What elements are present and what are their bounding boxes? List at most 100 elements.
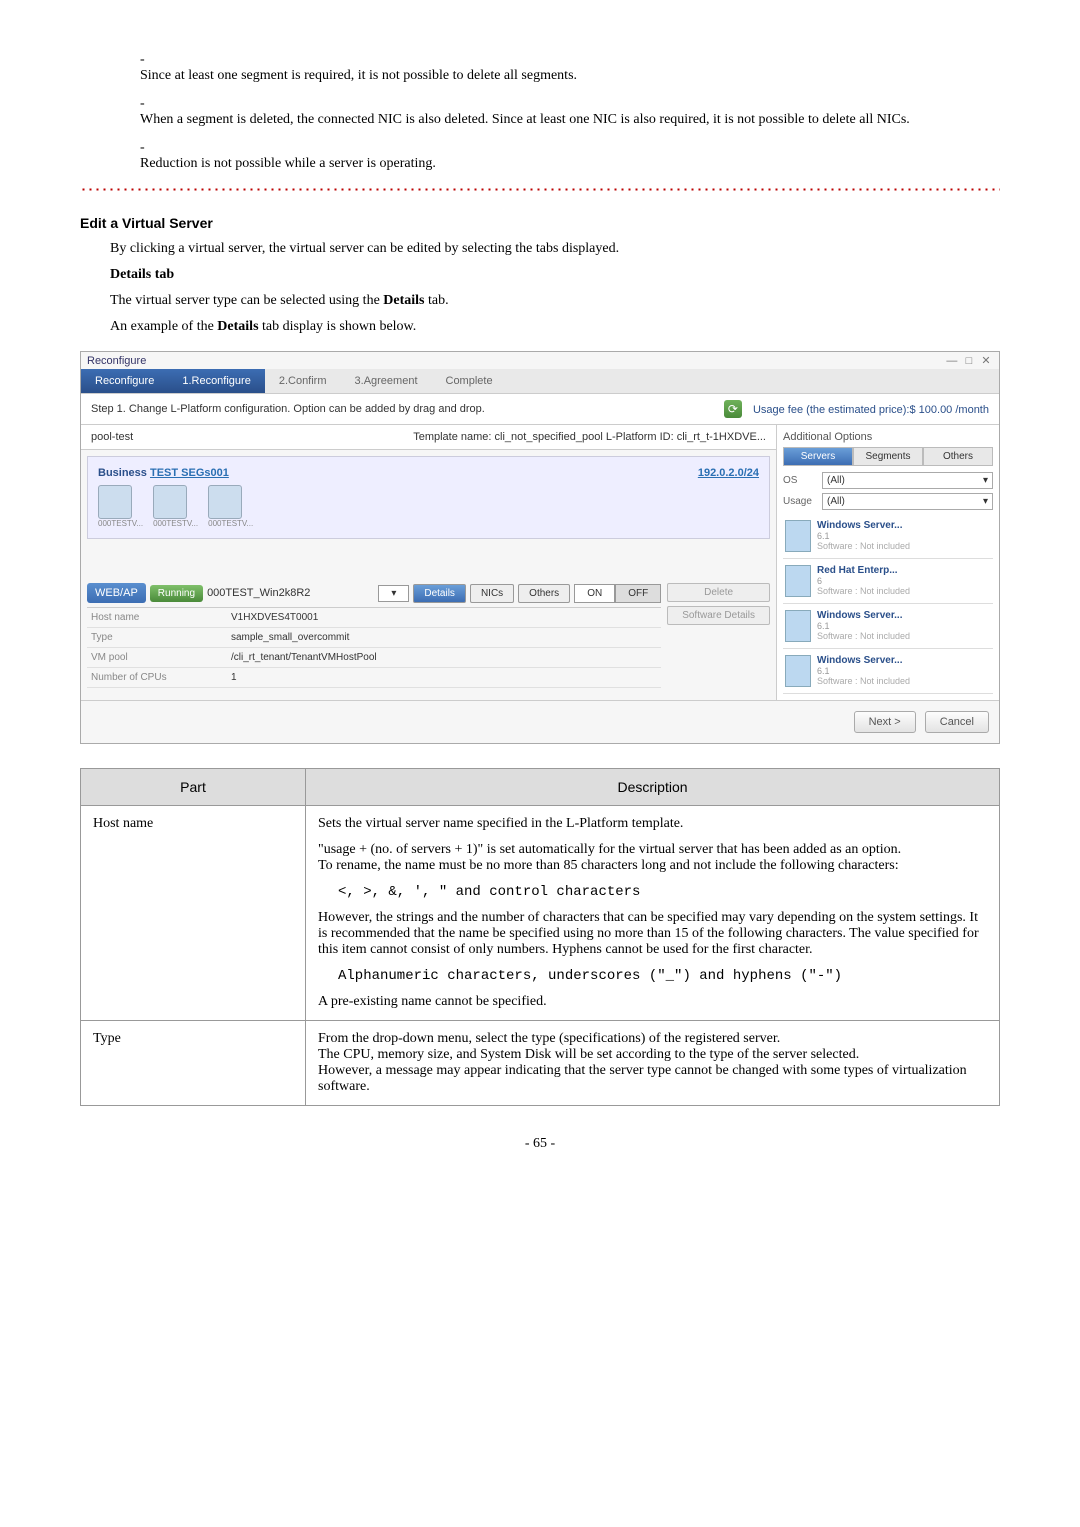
minimize-icon[interactable]: — — [945, 355, 959, 367]
next-button[interactable]: Next > — [854, 711, 916, 733]
business-label: Business — [98, 467, 147, 479]
col-header-part: Part — [81, 769, 306, 806]
server-thumb-icon — [785, 565, 811, 597]
server-icon[interactable]: 000TESTV... — [98, 485, 143, 528]
power-off[interactable]: OFF — [615, 584, 661, 603]
status-badge: Running — [150, 585, 203, 602]
parts-description-table: Part Description Host name Sets the virt… — [80, 768, 1000, 1106]
card-software: Software : Not included — [817, 586, 910, 596]
options-tabs: Servers Segments Others — [783, 447, 993, 466]
desc-code: <, >, &, ', " and control characters — [338, 884, 987, 900]
card-sub: 6.1 — [817, 666, 910, 676]
software-details-button[interactable]: Software Details — [667, 606, 770, 625]
part-cell: Host name — [81, 806, 306, 1021]
text: tab. — [425, 293, 449, 308]
cpus-value: 1 — [231, 672, 237, 683]
additional-options-title: Additional Options — [783, 431, 993, 443]
card-sub: 6.1 — [817, 531, 910, 541]
note-text: Reduction is not possible while a server… — [140, 156, 990, 172]
vmpool-value: /cli_rt_tenant/TenantVMHostPool — [231, 652, 377, 663]
wizard-step-4[interactable]: Complete — [432, 369, 507, 393]
cpus-label: Number of CPUs — [87, 672, 231, 683]
os-label: OS — [783, 475, 818, 486]
options-tab-servers[interactable]: Servers — [783, 447, 853, 466]
os-filter-field: OS (All)▾ — [783, 472, 993, 489]
card-sub: 6.1 — [817, 621, 910, 631]
server-icon[interactable]: 000TESTV... — [153, 485, 198, 528]
usage-dropdown[interactable]: (All)▾ — [822, 493, 993, 510]
reconfigure-window: Reconfigure — □ ✕ Reconfigure 1.Reconfig… — [80, 351, 1000, 744]
col-header-description: Description — [306, 769, 1000, 806]
wizard-step-2[interactable]: 2.Confirm — [265, 369, 341, 393]
part-cell: Type — [81, 1021, 306, 1106]
tab-others[interactable]: Others — [518, 584, 570, 603]
vmpool-label: VM pool — [87, 652, 231, 663]
step-description: Step 1. Change L-Platform configuration.… — [91, 403, 485, 415]
notes-list: -Since at least one segment is required,… — [140, 52, 1000, 172]
template-name: Template name: cli_not_specified_pool L-… — [413, 431, 766, 443]
power-toggle[interactable]: ON OFF — [574, 584, 661, 603]
tab-details[interactable]: Details — [413, 584, 466, 603]
refresh-icon[interactable]: ⟳ — [724, 400, 742, 418]
note-item: -When a segment is deleted, the connecte… — [140, 96, 1000, 128]
server-name-label: 000TEST_Win2k8R2 — [207, 587, 310, 599]
server-detail-pane: WEB/AP Running 000TEST_Win2k8R2 ▾ Detail… — [81, 579, 776, 692]
card-software: Software : Not included — [817, 541, 910, 551]
type-value: sample_small_overcommit — [231, 632, 349, 643]
intro-paragraph: By clicking a virtual server, the virtua… — [110, 241, 1000, 257]
close-icon[interactable]: ✕ — [979, 354, 993, 367]
desc-para: However, the strings and the number of c… — [318, 910, 987, 958]
power-on[interactable]: ON — [574, 584, 615, 603]
usage-filter-field: Usage (All)▾ — [783, 493, 993, 510]
card-sub: 6 — [817, 576, 910, 586]
usage-label: Usage — [783, 496, 818, 507]
description-cell: From the drop-down menu, select the type… — [306, 1021, 1000, 1106]
tab-nics[interactable]: NICs — [470, 584, 514, 603]
server-type-select[interactable]: ▾ — [378, 585, 409, 602]
os-dropdown[interactable]: (All)▾ — [822, 472, 993, 489]
wizard-step-reconfigure-label[interactable]: Reconfigure — [81, 369, 168, 393]
host-name-label: Host name — [87, 612, 231, 623]
cancel-button[interactable]: Cancel — [925, 711, 989, 733]
pool-row: pool-test Template name: cli_not_specifi… — [81, 425, 776, 450]
details-tab-heading: Details tab — [110, 267, 1000, 283]
text: An example of the — [110, 319, 217, 334]
host-name-value: V1HXDVES4T0001 — [231, 612, 318, 623]
segment-ip-link[interactable]: 192.0.2.0/24 — [698, 467, 759, 479]
desc-para: However, a message may appear indicating… — [318, 1063, 987, 1095]
business-segment-area: Business TEST SEGs001 192.0.2.0/24 000TE… — [87, 456, 770, 539]
desc-para: From the drop-down menu, select the type… — [318, 1031, 987, 1047]
options-tab-others[interactable]: Others — [923, 447, 993, 466]
note-item: -Reduction is not possible while a serve… — [140, 140, 1000, 172]
table-row: Type From the drop-down menu, select the… — [81, 1021, 1000, 1106]
server-card[interactable]: Red Hat Enterp...6Software : Not include… — [783, 559, 993, 604]
server-icon[interactable]: 000TESTV... — [208, 485, 253, 528]
section-heading: Edit a Virtual Server — [80, 215, 1000, 231]
window-footer: Next > Cancel — [81, 700, 999, 743]
desc-code: Alphanumeric characters, underscores ("_… — [338, 968, 987, 984]
server-icons-row: 000TESTV... 000TESTV... 000TESTV... — [98, 485, 759, 528]
server-card[interactable]: Windows Server...6.1Software : Not inclu… — [783, 604, 993, 649]
note-text: When a segment is deleted, the connected… — [140, 112, 990, 128]
window-title: Reconfigure — [87, 355, 146, 367]
chevron-down-icon: ▾ — [983, 496, 988, 507]
wizard-step-3[interactable]: 3.Agreement — [341, 369, 432, 393]
card-software: Software : Not included — [817, 676, 910, 686]
card-name: Windows Server... — [817, 610, 910, 621]
server-card[interactable]: Windows Server...6.1Software : Not inclu… — [783, 649, 993, 694]
step-description-bar: Step 1. Change L-Platform configuration.… — [81, 394, 999, 425]
desc-para: To rename, the name must be no more than… — [318, 858, 987, 874]
server-card[interactable]: Windows Server...6.1Software : Not inclu… — [783, 514, 993, 559]
desc-para: Sets the virtual server name specified i… — [318, 816, 987, 832]
segment-link[interactable]: TEST SEGs001 — [150, 467, 229, 479]
delete-button[interactable]: Delete — [667, 583, 770, 602]
options-tab-segments[interactable]: Segments — [853, 447, 923, 466]
details-line-2: An example of the Details tab display is… — [110, 319, 1000, 335]
note-text: Since at least one segment is required, … — [140, 68, 990, 84]
desc-para: "usage + (no. of servers + 1)" is set au… — [318, 842, 987, 858]
description-cell: Sets the virtual server name specified i… — [306, 806, 1000, 1021]
wizard-step-1[interactable]: 1.Reconfigure — [168, 369, 265, 393]
type-label: Type — [87, 632, 231, 643]
maximize-icon[interactable]: □ — [962, 355, 976, 367]
text: tab display is shown below. — [259, 319, 417, 334]
